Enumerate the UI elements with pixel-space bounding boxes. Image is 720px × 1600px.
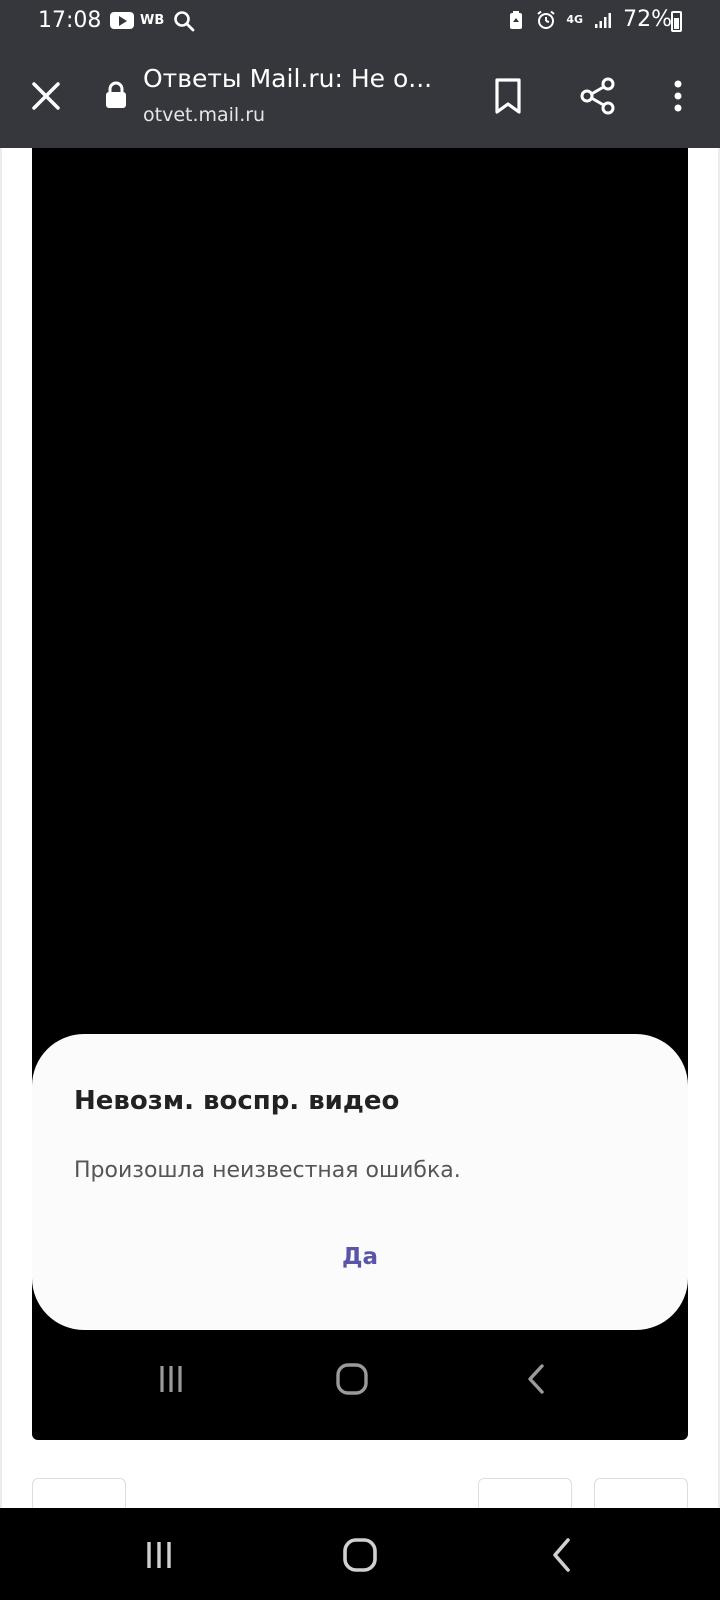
status-time: 17:08	[38, 8, 102, 33]
recents-icon[interactable]	[134, 1530, 184, 1580]
bookmark-icon[interactable]	[488, 74, 528, 118]
signal-icon	[595, 12, 612, 28]
share-icon[interactable]	[576, 74, 620, 118]
dialog-ok-button[interactable]: Да	[32, 1244, 688, 1270]
close-icon[interactable]	[26, 76, 66, 116]
recents-icon	[160, 1366, 182, 1392]
network-4g-icon: 4G	[566, 13, 584, 26]
carrier-badge: WB	[140, 13, 165, 28]
page-url: otvet.mail.ru	[143, 104, 266, 126]
search-icon	[174, 11, 195, 32]
embedded-screenshot[interactable]: Невозм. воспр. видео Произошла неизвестн…	[32, 148, 688, 1440]
page-title: Ответы Mail.ru: Не о...	[143, 64, 433, 93]
system-nav-bar	[0, 1508, 720, 1600]
status-bar: 17:08 WB 4G 72%	[0, 0, 720, 44]
lock-icon	[106, 81, 126, 108]
battery-icon	[671, 11, 682, 32]
status-right-group: 4G 72%	[506, 7, 672, 32]
home-icon[interactable]	[335, 1530, 385, 1580]
page-edge	[0, 148, 2, 1508]
dialog-title: Невозм. воспр. видео	[74, 1086, 400, 1116]
alarm-icon	[537, 10, 556, 29]
back-icon	[528, 1364, 544, 1394]
more-vert-icon[interactable]	[660, 74, 696, 118]
dialog-message: Произошла неизвестная ошибка.	[74, 1158, 461, 1183]
battery-percent: 72%	[623, 7, 672, 32]
custom-tab-toolbar: Ответы Mail.ru: Не о... otvet.mail.ru	[0, 44, 720, 148]
error-dialog: Невозм. воспр. видео Произошла неизвестн…	[32, 1034, 688, 1330]
battery-saver-icon	[510, 10, 523, 29]
back-icon[interactable]	[536, 1530, 586, 1580]
youtube-icon	[110, 12, 134, 29]
home-icon	[336, 1363, 368, 1395]
embedded-nav-bar	[32, 1344, 688, 1414]
